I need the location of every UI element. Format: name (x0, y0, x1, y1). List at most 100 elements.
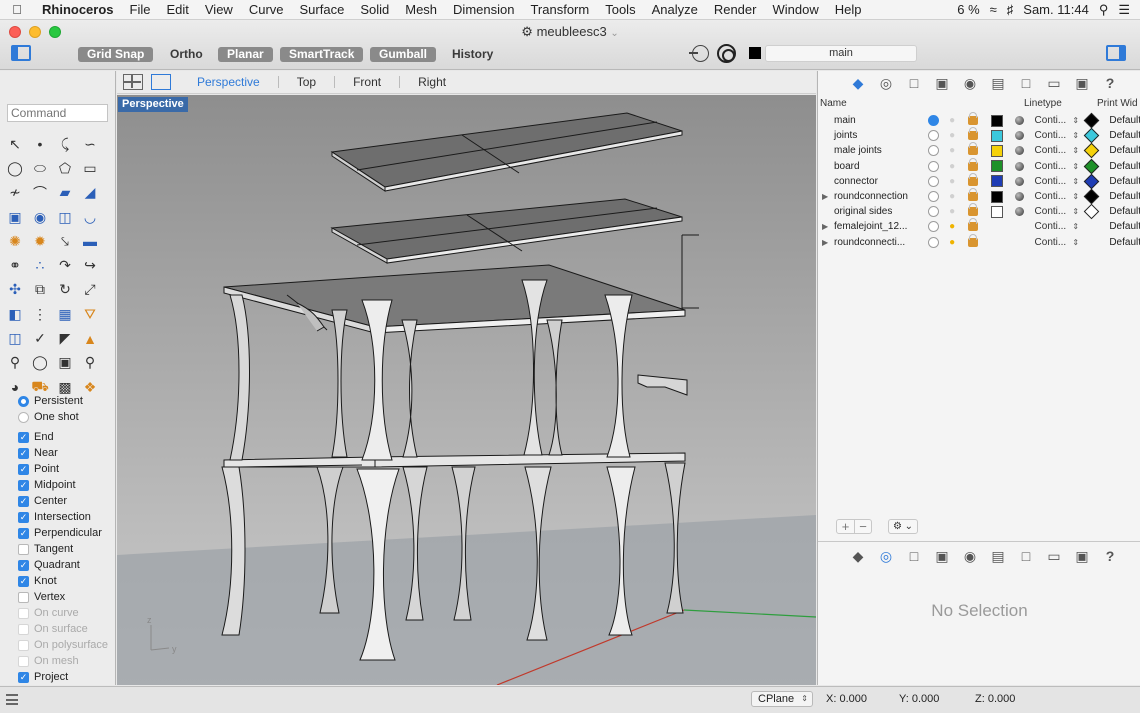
layer-linetype[interactable]: Conti... (1035, 145, 1073, 156)
ellipse-icon[interactable]: ⬭ (28, 156, 52, 180)
material-ball-icon[interactable] (1014, 116, 1024, 126)
layer-name[interactable]: original sides (828, 206, 920, 217)
layer-print-width[interactable]: Default (1109, 115, 1140, 126)
menu-window[interactable]: Window (764, 2, 826, 17)
rectangle-icon[interactable]: ▭ (78, 156, 102, 180)
planar-button[interactable]: Planar (218, 47, 273, 62)
zoom-window-icon[interactable]: ◯ (28, 351, 52, 375)
lock-icon[interactable] (967, 203, 978, 217)
layer-name[interactable]: male joints (828, 145, 920, 156)
group-icon[interactable]: ∴ (28, 253, 52, 277)
osnap-perpendicular-checkbox[interactable]: ✓ Perpendicular (0, 525, 116, 541)
print-color-diamond[interactable] (1084, 158, 1100, 174)
viewport-name-label[interactable]: Perspective (118, 97, 188, 112)
layer-name[interactable]: joints (828, 130, 920, 141)
layer-linetype[interactable]: Conti... (1035, 206, 1073, 217)
material-ball-icon[interactable] (1014, 207, 1024, 217)
layer-name[interactable]: roundconnection (828, 191, 920, 202)
rebuild-icon[interactable]: ↷ (53, 253, 77, 277)
wifi-icon[interactable]: ≈ (990, 2, 997, 17)
print-color-diamond[interactable] (1084, 203, 1100, 220)
visibility-bulb-icon[interactable]: ● (947, 130, 958, 141)
visibility-bulb-icon[interactable]: ● (947, 161, 958, 172)
box-icon[interactable]: ▣ (3, 205, 27, 229)
scale-icon[interactable]: ⤢ (78, 278, 102, 302)
layer-linetype[interactable]: Conti... (1035, 221, 1073, 232)
perspective-viewport[interactable]: z y (117, 95, 816, 685)
layout-panel-icon[interactable]: ▭ (1044, 75, 1064, 91)
layer-color-swatch[interactable] (990, 190, 1003, 203)
lock-icon[interactable] (967, 142, 978, 156)
layer-color-swatch[interactable] (990, 205, 1003, 218)
material-ball-icon[interactable] (1014, 192, 1024, 202)
zoom-selected-icon[interactable]: ⚲ (78, 351, 102, 375)
layer-name[interactable]: roundconnecti... (828, 237, 920, 248)
arc-icon[interactable]: ⌒ (28, 181, 52, 205)
tab-front[interactable]: Front (335, 75, 399, 89)
lock-icon[interactable] (967, 188, 978, 202)
visibility-bulb-icon[interactable]: ● (947, 176, 958, 187)
visibility-bulb-icon[interactable]: ● (947, 206, 958, 217)
command-history-icon[interactable] (6, 694, 18, 705)
expand-triangle-icon[interactable]: ▶ (818, 222, 828, 231)
current-layer-radio[interactable] (927, 221, 939, 233)
move-icon[interactable]: ✣ (3, 278, 27, 302)
checkbox-indicator[interactable]: ✓ (18, 447, 29, 459)
layer-print-width[interactable]: Default (1109, 130, 1140, 141)
current-layer-radio[interactable] (927, 115, 939, 127)
object-panel-icon[interactable]: ▣ (932, 548, 952, 564)
ortho-button[interactable]: Ortho (161, 47, 212, 62)
menu-edit[interactable]: Edit (158, 2, 196, 17)
layer-name[interactable]: board (828, 161, 920, 172)
layer-print-width[interactable]: Default (1109, 237, 1140, 248)
grid-snap-button[interactable]: Grid Snap (78, 47, 154, 62)
layer-name[interactable]: main (828, 115, 920, 126)
print-color-diamond[interactable] (1084, 234, 1100, 250)
split-icon[interactable]: ▬ (78, 229, 102, 253)
osnap-near-checkbox[interactable]: ✓ Near (0, 445, 116, 461)
checkbox-indicator[interactable]: ✓ (18, 559, 29, 571)
gumball-button[interactable]: Gumball (370, 47, 437, 62)
layer-print-width[interactable]: Default (1109, 145, 1140, 156)
current-layer-radio[interactable] (927, 145, 939, 157)
copy-icon[interactable]: ⧉ (28, 278, 52, 302)
linetype-stepper-icon[interactable]: ⇕ (1072, 131, 1082, 140)
print-color-diamond[interactable] (1084, 112, 1100, 129)
expand-triangle-icon[interactable]: ▶ (818, 192, 828, 201)
visibility-bulb-icon[interactable]: ● (947, 237, 958, 248)
monitor-panel-icon[interactable]: ▣ (1072, 75, 1092, 91)
page-panel-icon[interactable]: □ (1016, 75, 1036, 91)
left-sidebar-toggle-icon[interactable] (11, 45, 31, 61)
lock-icon[interactable] (967, 218, 978, 232)
layer-print-width[interactable]: Default (1109, 221, 1140, 232)
layer-row[interactable]: connector ● Conti... ⇕ Default (818, 172, 1140, 190)
linetype-stepper-icon[interactable]: ⇕ (1072, 207, 1082, 216)
checkbox-indicator[interactable]: ✓ (18, 575, 29, 587)
layer-row[interactable]: ▶ roundconnecti... ● Conti... ⇕ Default (818, 233, 1140, 250)
display-panel-icon[interactable]: ◎ (876, 548, 896, 564)
checkbox-indicator[interactable] (18, 639, 29, 651)
current-layer-radio[interactable] (927, 206, 939, 218)
layer-linetype[interactable]: Conti... (1035, 115, 1073, 126)
sphere-icon[interactable]: ◉ (28, 205, 52, 229)
surface-from-curves-icon[interactable]: ▰ (53, 181, 77, 205)
checkbox-indicator[interactable]: ✓ (18, 511, 29, 523)
checkbox-indicator[interactable] (18, 591, 29, 603)
checkbox-indicator[interactable]: ✓ (18, 431, 29, 443)
monitor-panel-icon[interactable]: ▣ (1072, 548, 1092, 564)
remove-layer-button[interactable]: − (853, 520, 871, 533)
menu-surface[interactable]: Surface (292, 2, 353, 17)
layer-print-width[interactable]: Default (1109, 161, 1140, 172)
print-color-diamond[interactable] (1084, 128, 1100, 144)
layer-row[interactable]: ▶ femalejoint_12... ● Conti... ⇕ Default (818, 218, 1140, 234)
menu-curve[interactable]: Curve (241, 2, 292, 17)
linetype-stepper-icon[interactable]: ⇕ (1072, 162, 1082, 171)
linetype-stepper-icon[interactable]: ⇕ (1072, 177, 1082, 186)
column-print-width[interactable]: Print Wid (1097, 98, 1138, 109)
checkbox-indicator[interactable]: ✓ (18, 463, 29, 475)
single-viewport-icon[interactable] (151, 74, 171, 90)
osnap-intersection-checkbox[interactable]: ✓ Intersection (0, 509, 116, 525)
checkbox-indicator[interactable] (18, 543, 29, 555)
osnap-center-checkbox[interactable]: ✓ Center (0, 493, 116, 509)
extrude-surface-icon[interactable]: ◡ (78, 205, 102, 229)
